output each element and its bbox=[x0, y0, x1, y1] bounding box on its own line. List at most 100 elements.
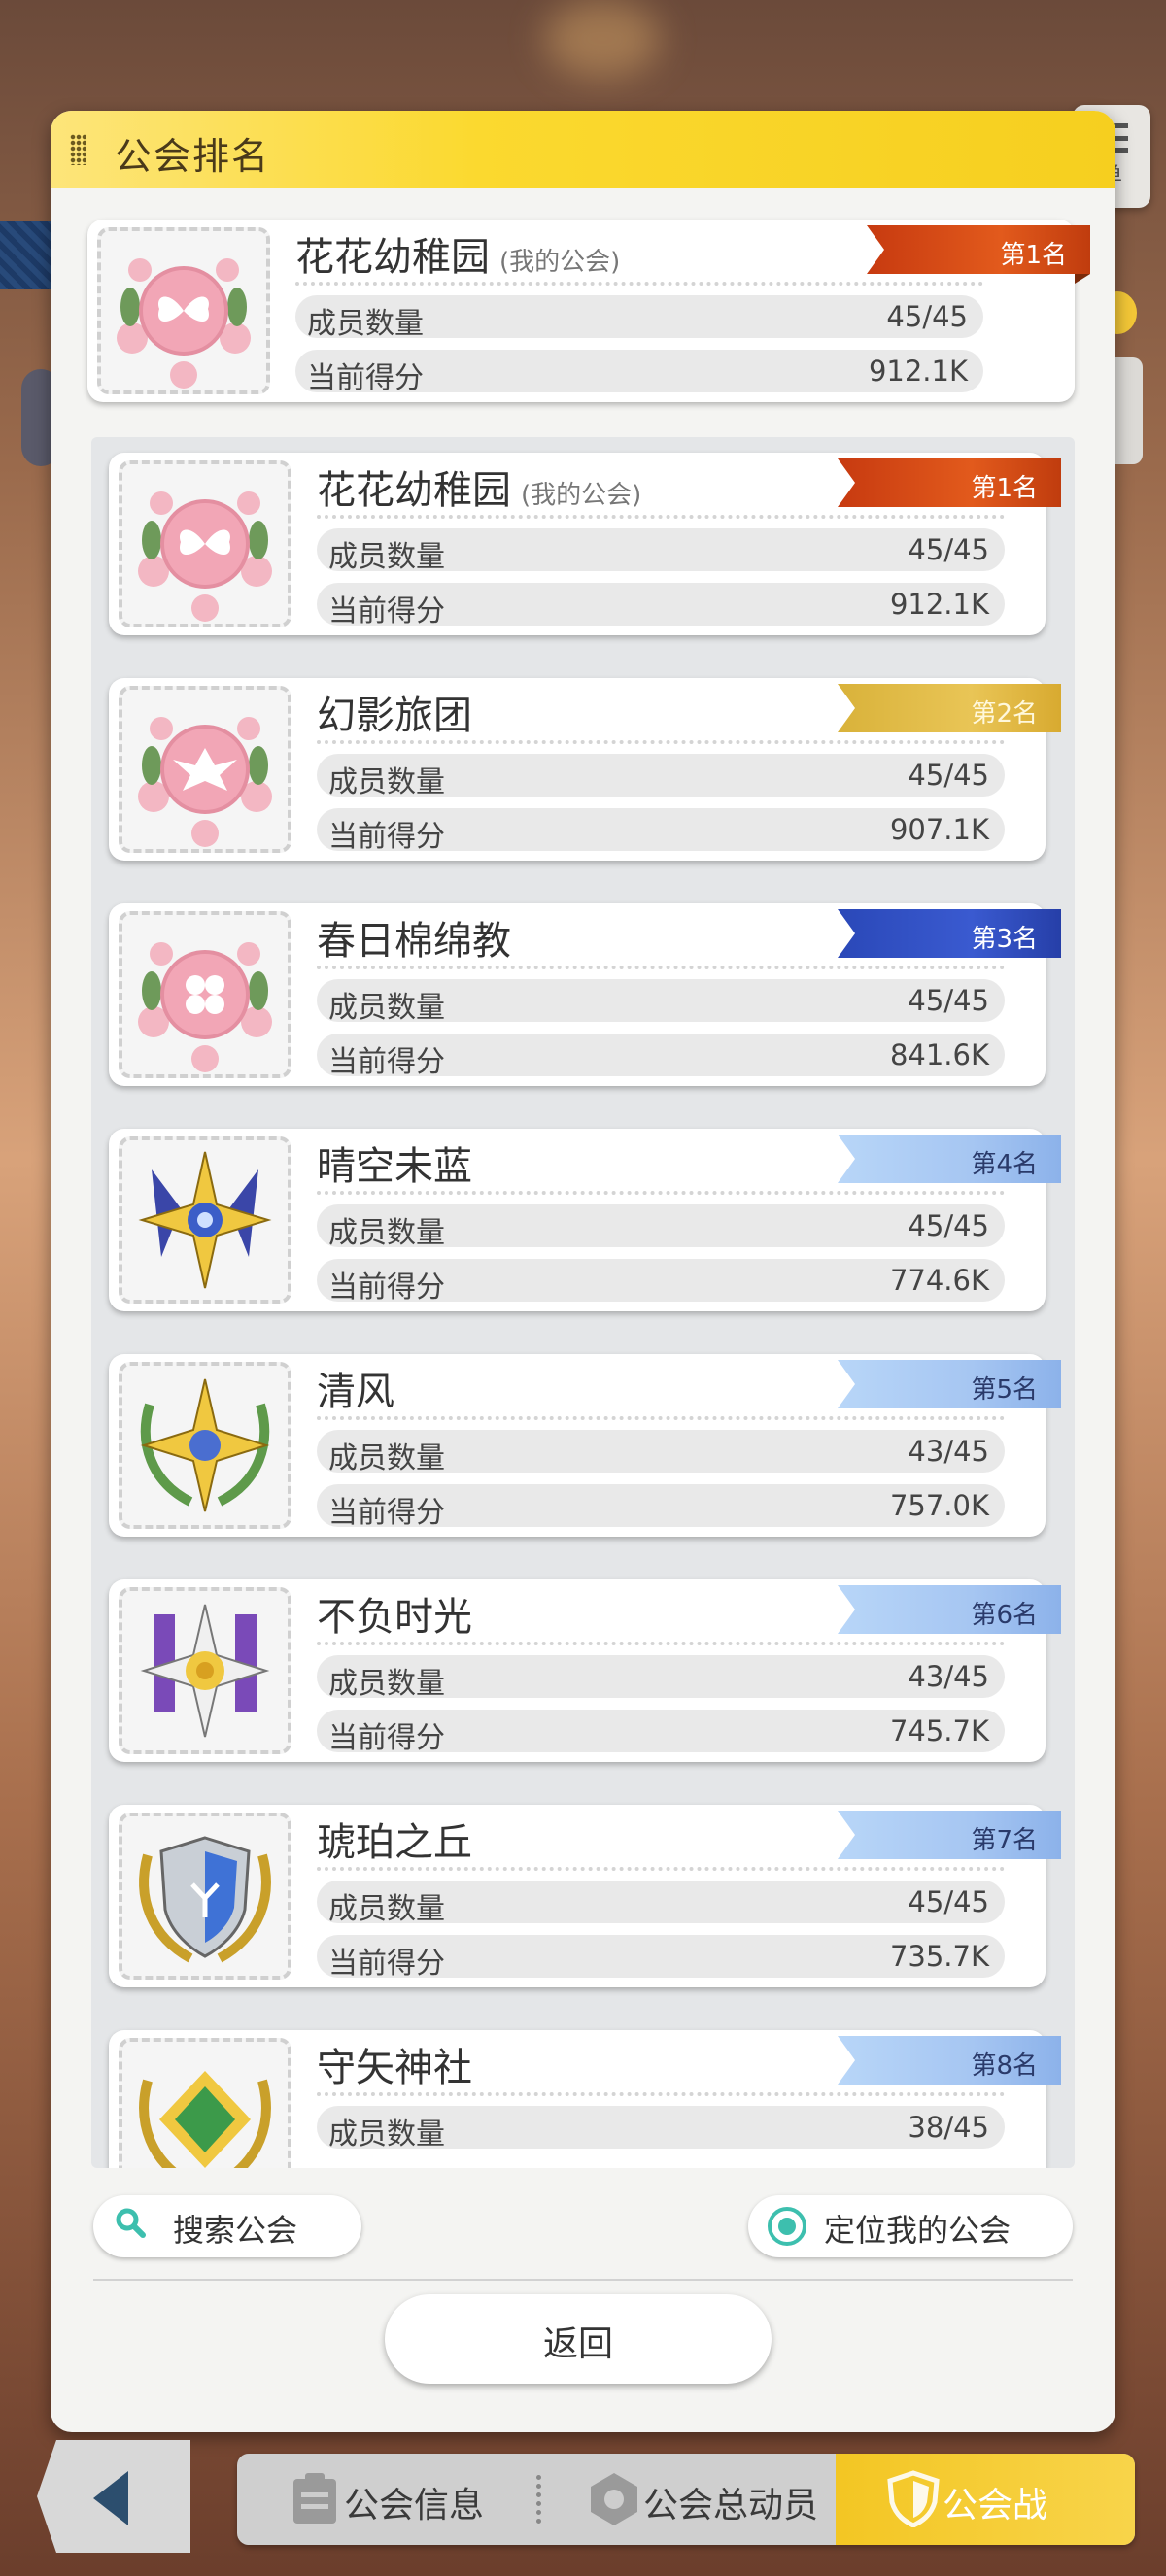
guild-ranking-list[interactable]: 花花幼稚园 (我的公会) 第1名 成员数量 45/45 当前得分 912.1K 幻影旅… bbox=[91, 437, 1075, 2168]
guild-name: 花花幼稚园 (我的公会) bbox=[317, 468, 642, 513]
ribbon-fold bbox=[1075, 274, 1090, 284]
score-row: 当前得分 841.6K bbox=[317, 1034, 1005, 1079]
guild-ranking-dialog: 公会排名 花花幼稚园 (我的公会) 第1名 成员数量 45/45 当前得分 912.1… bbox=[51, 111, 1115, 2432]
score-label: 当前得分 bbox=[328, 1045, 445, 1079]
score-value: 912.1K bbox=[868, 355, 968, 388]
rose-wreath-butterfly-emblem-icon bbox=[117, 258, 251, 389]
dotted-divider bbox=[317, 740, 1005, 744]
dotted-divider bbox=[295, 282, 983, 286]
dotted-divider bbox=[317, 1867, 1005, 1871]
guild-emblem bbox=[119, 1136, 292, 1304]
guild-name: 守矢神社 bbox=[317, 2046, 472, 2090]
guild-emblem bbox=[97, 227, 270, 394]
tab-guild-mobilization[interactable]: 公会总动员 bbox=[536, 2454, 836, 2545]
search-icon bbox=[116, 2208, 146, 2238]
score-value: 774.6K bbox=[889, 1264, 989, 1297]
search-guild-label: 搜索公会 bbox=[173, 2212, 298, 2249]
members-row: 成员数量 45/45 bbox=[317, 1204, 1005, 1250]
members-label: 成员数量 bbox=[328, 765, 445, 799]
score-value: 912.1K bbox=[889, 588, 989, 621]
search-guild-button[interactable]: 搜索公会 bbox=[93, 2195, 361, 2257]
guild-name: 春日棉绵教 bbox=[317, 919, 511, 964]
members-row: 成员数量 43/45 bbox=[317, 1655, 1005, 1701]
score-value: 745.7K bbox=[889, 1714, 989, 1747]
rose-wreath-phoenix-emblem-icon bbox=[138, 717, 272, 847]
members-value: 45/45 bbox=[908, 984, 989, 1017]
star-banner-emblem-icon bbox=[138, 1151, 272, 1289]
my-guild-card[interactable]: 花花幼稚园 (我的公会) 第1名 成员数量 45/45 当前得分 912.1K bbox=[87, 220, 1090, 402]
score-label: 当前得分 bbox=[307, 361, 424, 395]
rank-ribbon: 第1名 bbox=[838, 458, 1061, 507]
guild-card[interactable]: 春日棉绵教 第3名 成员数量 45/45 当前得分 841.6K bbox=[109, 903, 1061, 1086]
score-label: 当前得分 bbox=[328, 1496, 445, 1530]
members-value: 43/45 bbox=[908, 1435, 989, 1468]
my-guild-tag: (我的公会) bbox=[521, 481, 642, 510]
score-row: 当前得分 912.1K bbox=[295, 350, 983, 395]
footer-divider bbox=[93, 2279, 1073, 2281]
dotted-divider bbox=[317, 1642, 1005, 1645]
arrow-left-icon bbox=[93, 2471, 128, 2525]
tab-guild-info[interactable]: 公会信息 bbox=[237, 2454, 536, 2545]
hexagon-emblem-icon bbox=[591, 2473, 637, 2525]
guild-emblem bbox=[119, 911, 292, 1078]
guild-name: 花花幼稚园 (我的公会) bbox=[295, 235, 621, 280]
guild-emblem bbox=[119, 1362, 292, 1529]
dotted-divider bbox=[317, 966, 1005, 969]
score-value: 841.6K bbox=[889, 1038, 989, 1071]
members-value: 45/45 bbox=[908, 1885, 989, 1918]
clipboard-icon bbox=[293, 2473, 336, 2524]
members-label: 成员数量 bbox=[328, 2118, 445, 2152]
score-row: 当前得分 774.6K bbox=[317, 1259, 1005, 1305]
star-pennant-emblem-icon bbox=[140, 1604, 270, 1738]
members-row: 成员数量 38/45 bbox=[317, 2106, 1005, 2152]
members-value: 38/45 bbox=[908, 2111, 989, 2144]
rank-ribbon: 第6名 bbox=[838, 1585, 1061, 1634]
guild-card[interactable]: 晴空未蓝 第4名 成员数量 45/45 当前得分 774.6K bbox=[109, 1129, 1061, 1311]
back-button[interactable]: 返回 bbox=[385, 2294, 772, 2384]
dotted-divider bbox=[317, 2092, 1005, 2096]
score-row: 当前得分 907.1K bbox=[317, 808, 1005, 854]
members-label: 成员数量 bbox=[328, 1216, 445, 1250]
score-value: 757.0K bbox=[889, 1489, 989, 1522]
members-label: 成员数量 bbox=[307, 307, 424, 341]
score-label: 当前得分 bbox=[328, 1947, 445, 1981]
members-row: 成员数量 45/45 bbox=[317, 528, 1005, 574]
members-row: 成员数量 45/45 bbox=[317, 979, 1005, 1025]
dialog-header: 公会排名 bbox=[51, 111, 1115, 188]
dialog-title: 公会排名 bbox=[115, 135, 271, 178]
dotted-divider bbox=[317, 515, 1005, 519]
guild-emblem bbox=[119, 1587, 292, 1754]
background-glow bbox=[544, 0, 661, 78]
target-icon bbox=[768, 2207, 806, 2246]
tab-guild-info-label: 公会信息 bbox=[344, 2486, 485, 2525]
dotted-divider bbox=[317, 1191, 1005, 1195]
locate-my-guild-button[interactable]: 定位我的公会 bbox=[748, 2195, 1073, 2257]
score-label: 当前得分 bbox=[328, 1271, 445, 1305]
guild-emblem bbox=[119, 460, 292, 627]
score-row: 当前得分 735.7K bbox=[317, 1935, 1005, 1981]
guild-emblem bbox=[119, 686, 292, 853]
shield-laurel-emblem-icon bbox=[139, 1836, 271, 1963]
dotted-divider bbox=[317, 1416, 1005, 1420]
guild-card[interactable]: 守矢神社 第8名 成员数量 38/45 bbox=[109, 2030, 1061, 2168]
score-row: 当前得分 757.0K bbox=[317, 1484, 1005, 1530]
members-value: 45/45 bbox=[908, 759, 989, 792]
score-row: 当前得分 912.1K bbox=[317, 583, 1005, 628]
shield-icon bbox=[887, 2470, 940, 2527]
members-value: 45/45 bbox=[886, 300, 968, 333]
score-label: 当前得分 bbox=[328, 594, 445, 628]
members-row: 成员数量 45/45 bbox=[295, 295, 983, 341]
guild-card[interactable]: 琥珀之丘 第7名 成员数量 45/45 当前得分 735.7K bbox=[109, 1805, 1061, 1987]
guild-card[interactable]: 花花幼稚园 (我的公会) 第1名 成员数量 45/45 当前得分 912.1K bbox=[109, 453, 1061, 635]
nav-back-button[interactable] bbox=[37, 2440, 190, 2553]
score-label: 当前得分 bbox=[328, 820, 445, 854]
guild-card[interactable]: 不负时光 第6名 成员数量 43/45 当前得分 745.7K bbox=[109, 1579, 1061, 1762]
rank-ribbon: 第5名 bbox=[838, 1360, 1061, 1408]
tab-guild-war[interactable]: 公会战 bbox=[836, 2454, 1135, 2545]
members-value: 43/45 bbox=[908, 1660, 989, 1693]
members-label: 成员数量 bbox=[328, 1441, 445, 1475]
guild-card[interactable]: 幻影旅团 第2名 成员数量 45/45 当前得分 907.1K bbox=[109, 678, 1061, 861]
members-label: 成员数量 bbox=[328, 1667, 445, 1701]
guild-name: 不负时光 bbox=[317, 1595, 472, 1640]
guild-card[interactable]: 清风 第5名 成员数量 43/45 当前得分 757.0K bbox=[109, 1354, 1061, 1537]
